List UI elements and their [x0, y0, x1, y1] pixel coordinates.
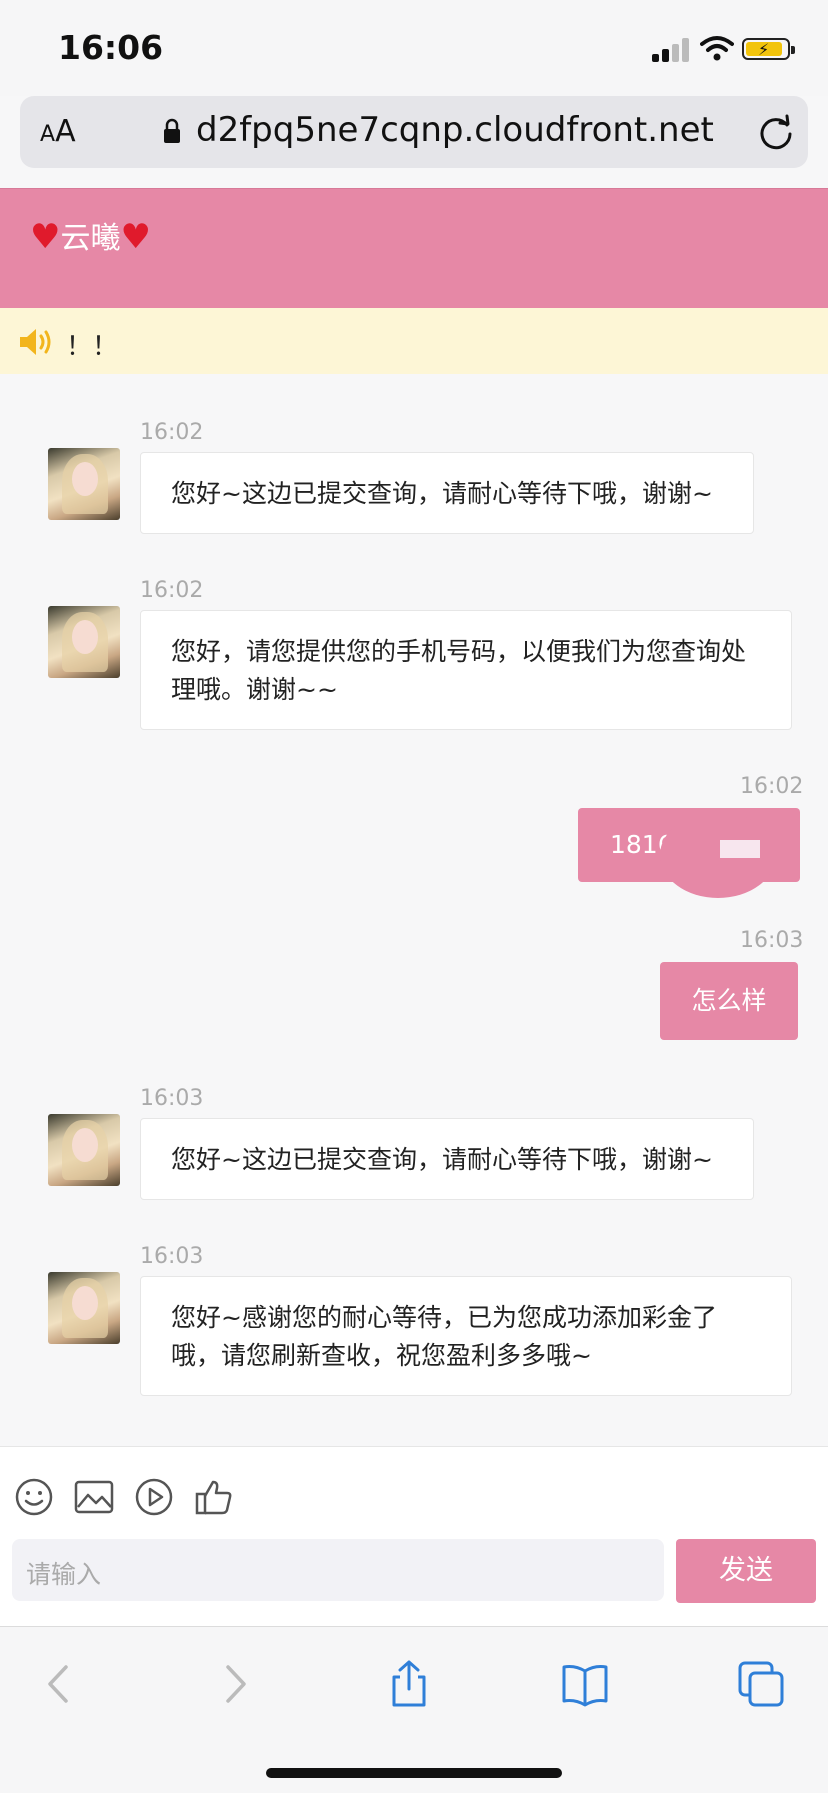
- lock-icon: [164, 118, 180, 143]
- speaker-icon: [20, 329, 51, 355]
- battery-icon: ⚡: [742, 38, 795, 60]
- message-time: 16:02: [740, 774, 804, 799]
- heart-icon: ♥: [30, 217, 61, 257]
- url-text[interactable]: d2fpq5ne7cqnp.cloudfront.net: [196, 110, 714, 150]
- avatar: [48, 606, 120, 678]
- heart-icon: ♥: [120, 217, 151, 257]
- avatar: [48, 1272, 120, 1344]
- wifi-icon: [700, 36, 734, 61]
- chat-title-text: 云曦: [60, 221, 121, 256]
- redaction-mark: [720, 840, 760, 858]
- notice-bar: ！！: [0, 308, 828, 374]
- cellular-signal-icon: [652, 38, 692, 62]
- thumbs-up-icon[interactable]: [194, 1477, 234, 1517]
- notice-text: ！！: [66, 332, 119, 362]
- emoji-icon[interactable]: [14, 1477, 54, 1517]
- message-time: 16:03: [140, 1086, 204, 1111]
- send-button[interactable]: 发送: [676, 1539, 816, 1603]
- message-bubble: 您好~这边已提交查询，请耐心等待下哦，谢谢~: [140, 1118, 754, 1200]
- message-time: 16:02: [140, 578, 204, 603]
- avatar: [48, 448, 120, 520]
- video-icon[interactable]: [134, 1477, 174, 1517]
- message-time: 16:03: [740, 928, 804, 953]
- composer: 请输入 发送: [0, 1446, 828, 1627]
- bookmarks-icon[interactable]: [560, 1659, 610, 1709]
- reload-icon[interactable]: [756, 112, 796, 152]
- message-time: 16:03: [140, 1244, 204, 1269]
- address-bar[interactable]: AA d2fpq5ne7cqnp.cloudfront.net: [20, 96, 808, 168]
- status-time: 16:06: [58, 28, 164, 67]
- message-bubble: 怎么样: [660, 962, 798, 1040]
- text-size-button[interactable]: AA: [40, 114, 76, 149]
- message-bubble: 您好~感谢您的耐心等待，已为您成功添加彩金了哦，请您刷新查收，祝您盈利多多哦~: [140, 1276, 792, 1396]
- back-icon[interactable]: [36, 1659, 86, 1709]
- tabs-icon[interactable]: [736, 1659, 786, 1709]
- message-bubble: 您好~这边已提交查询，请耐心等待下哦，谢谢~: [140, 452, 754, 534]
- forward-icon[interactable]: [208, 1659, 258, 1709]
- message-input-placeholder: 请输入: [26, 1560, 102, 1589]
- share-icon[interactable]: [384, 1659, 434, 1709]
- home-indicator: [266, 1768, 562, 1778]
- avatar: [48, 1114, 120, 1186]
- image-icon[interactable]: [74, 1477, 114, 1517]
- message-bubble: 您好，请您提供您的手机号码，以便我们为您查询处理哦。谢谢~~: [140, 610, 792, 730]
- message-time: 16:02: [140, 420, 204, 445]
- message-input[interactable]: 请输入: [12, 1539, 664, 1601]
- chat-title: ♥云曦♥: [30, 213, 151, 257]
- status-bar: 16:06 ⚡: [0, 0, 828, 96]
- chat-header: ♥云曦♥: [0, 188, 828, 309]
